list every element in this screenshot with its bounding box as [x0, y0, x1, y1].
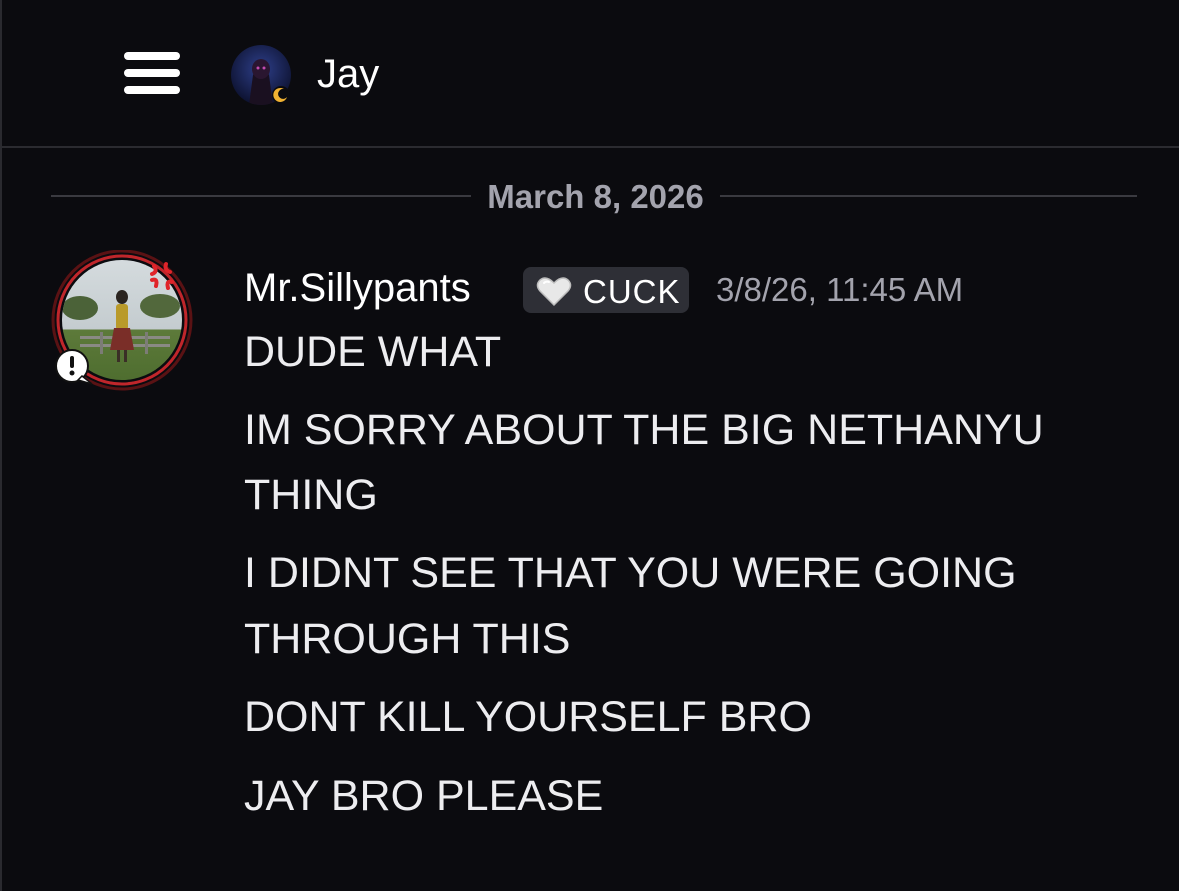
white-heart-icon — [536, 277, 572, 307]
message-line: DONT KILL YOURSELF BRO — [244, 693, 812, 741]
channel-avatar[interactable] — [231, 45, 291, 105]
message-line: THING — [244, 471, 378, 519]
hamburger-menu-icon[interactable] — [124, 52, 180, 94]
message-line: DUDE WHAT — [244, 328, 502, 376]
message-line: IM SORRY ABOUT THE BIG NETHANYU — [244, 406, 1044, 454]
role-badge-text: CUCK — [583, 273, 681, 310]
date-divider: March 8, 2026 — [51, 170, 1137, 224]
chat-header: Jay — [0, 0, 1179, 148]
message-line: I DIDNT SEE THAT YOU WERE GOING — [244, 549, 1017, 597]
message-line: JAY BRO PLEASE — [244, 772, 604, 820]
role-badge[interactable]: CUCK — [523, 267, 689, 313]
message-line: THROUGH THIS — [244, 615, 571, 663]
date-divider-text: March 8, 2026 — [487, 178, 704, 215]
channel-name: Jay — [317, 52, 380, 96]
message-timestamp: 3/8/26, 11:45 AM — [716, 271, 964, 308]
user-avatar[interactable] — [50, 250, 200, 395]
message-username[interactable]: Mr.Sillypants — [244, 263, 471, 313]
